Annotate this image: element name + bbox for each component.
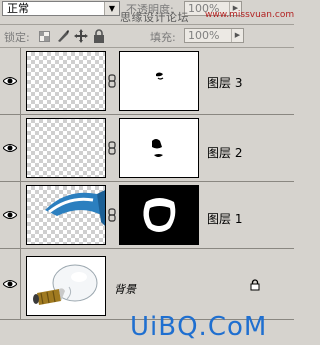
watermark-site-url: www.missvuan.com [205, 10, 295, 20]
fill-label: 填充: [150, 31, 176, 44]
lock-icon [250, 279, 260, 291]
layer-row-layer-2[interactable]: 图层 2 [0, 115, 294, 182]
layer-thumbnail[interactable] [26, 51, 106, 111]
link-icon [108, 208, 116, 222]
layer-row-background[interactable]: 背景 [0, 249, 294, 320]
divider [0, 24, 294, 25]
lock-all-icon[interactable] [93, 29, 105, 43]
lock-image-pixels-icon[interactable] [56, 29, 70, 43]
layer-thumbnail[interactable] [26, 256, 106, 316]
visibility-toggle[interactable] [0, 115, 21, 181]
chevron-down-icon: ▼ [104, 2, 119, 15]
layer-mask-thumbnail[interactable] [119, 51, 199, 111]
layer-name[interactable]: 图层 2 [207, 144, 242, 161]
lock-label: 锁定: [4, 31, 30, 44]
link-icon [108, 74, 116, 88]
chevron-right-icon: ▶ [231, 29, 243, 42]
eye-icon [3, 211, 17, 219]
blend-mode-select[interactable]: 正常 ▼ [2, 1, 120, 16]
fill-value: 100% [188, 29, 220, 42]
fill-input[interactable]: 100% ▶ [184, 28, 244, 43]
eye-icon [3, 144, 17, 152]
link-icon [108, 141, 116, 155]
visibility-toggle[interactable] [0, 249, 21, 319]
eye-icon [3, 77, 17, 85]
layer-mask-thumbnail[interactable] [119, 118, 199, 178]
layer-thumbnail[interactable] [26, 118, 106, 178]
eye-icon [3, 280, 17, 288]
blend-mode-value: 正常 [7, 2, 29, 15]
layer-row-layer-3[interactable]: 图层 3 [0, 48, 294, 115]
visibility-toggle[interactable] [0, 182, 21, 248]
layer-name[interactable]: 图层 1 [207, 210, 242, 227]
layer-name[interactable]: 图层 3 [207, 74, 242, 91]
layer-name[interactable]: 背景 [114, 281, 136, 297]
layer-row-layer-1[interactable]: 图层 1 [0, 182, 294, 249]
lock-position-icon[interactable] [74, 29, 88, 43]
watermark-footer: UiBQ.CoM [130, 312, 268, 342]
visibility-toggle[interactable] [0, 48, 21, 114]
watermark-site-name: 思缘设计论坛 [120, 11, 189, 24]
layer-thumbnail[interactable] [26, 185, 106, 245]
lock-transparent-pixels-icon[interactable] [39, 31, 50, 42]
layer-mask-thumbnail[interactable] [119, 185, 199, 245]
